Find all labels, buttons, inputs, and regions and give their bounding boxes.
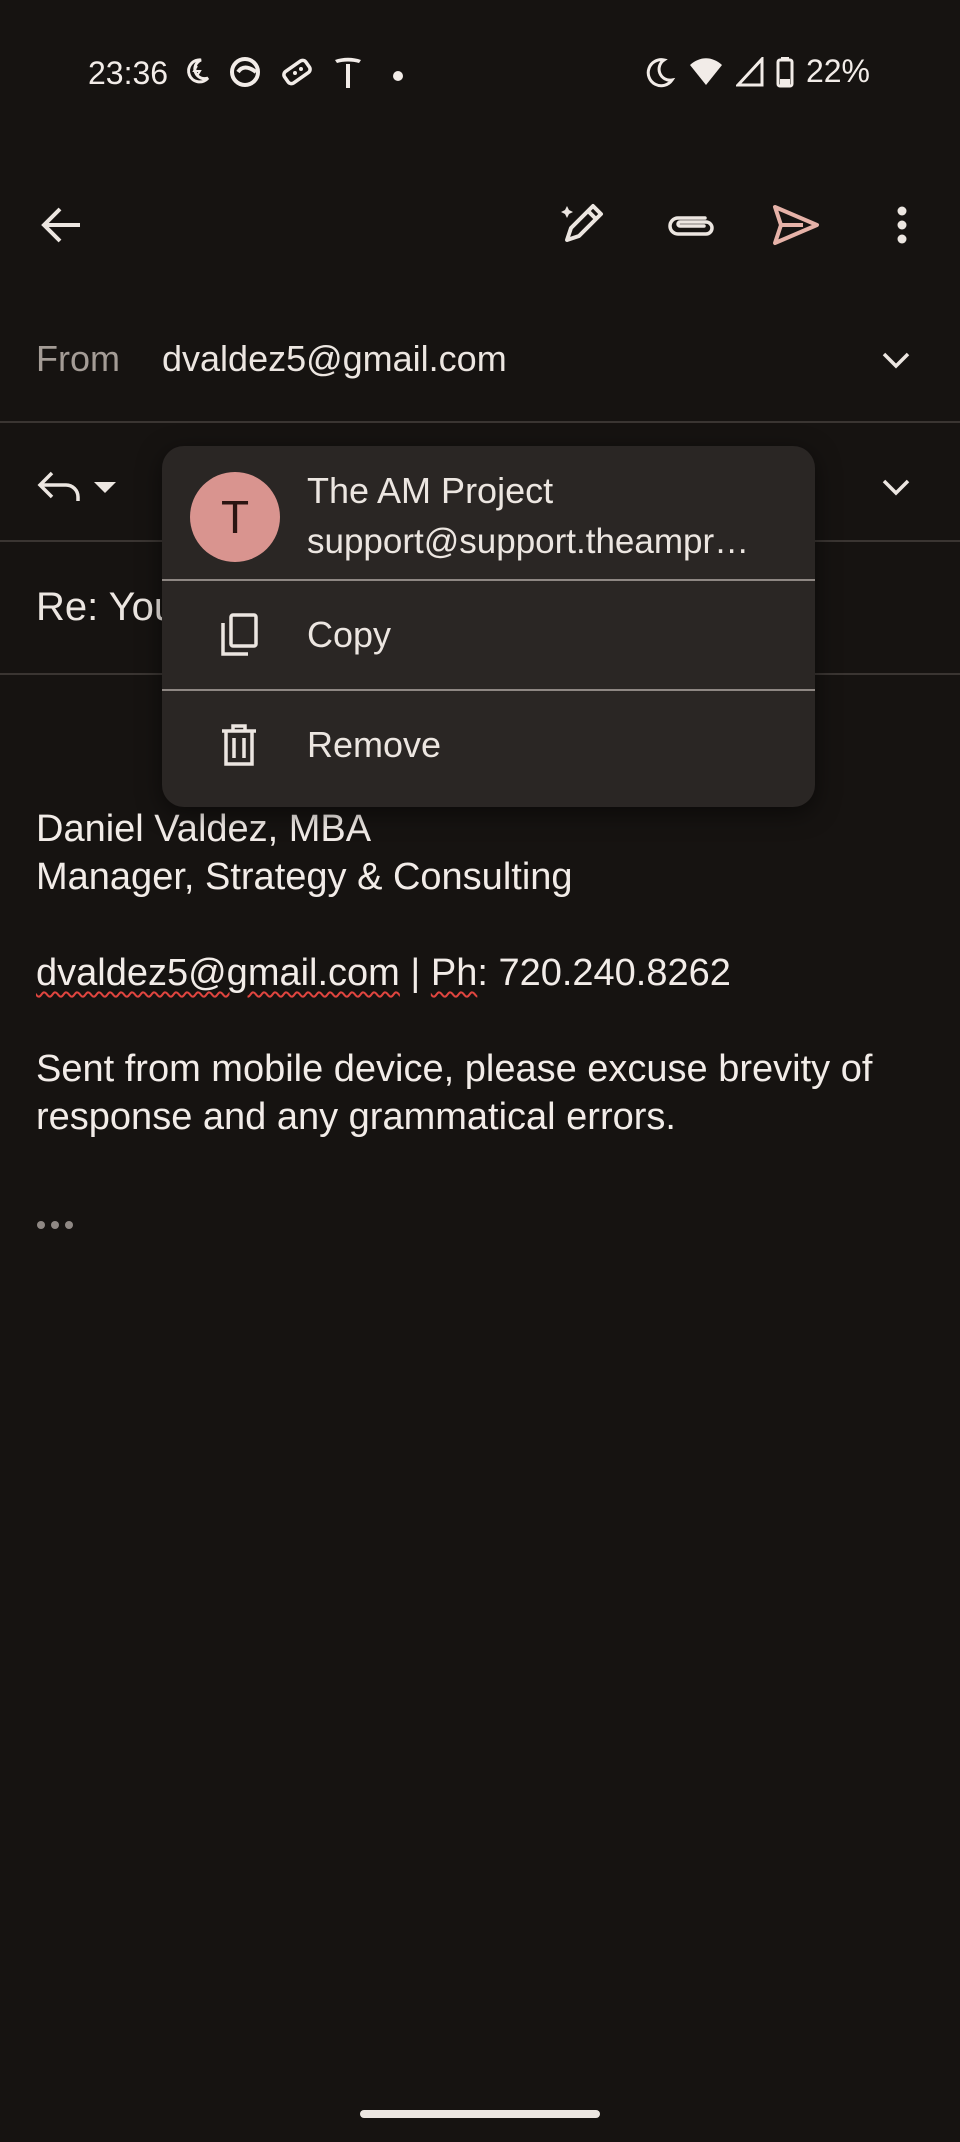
send-button[interactable] — [756, 185, 836, 265]
status-right: 22% — [644, 53, 870, 90]
gesture-nav-handle[interactable] — [360, 2110, 600, 2118]
game-controller-icon — [282, 58, 312, 86]
message-body[interactable]: Daniel Valdez, MBA Manager, Strategy & C… — [36, 805, 936, 1141]
reply-type-selector[interactable] — [36, 462, 136, 512]
recipient-popup-menu: T The AM Project support@support.theampr… — [162, 446, 815, 807]
signature-name: Daniel Valdez, MBA — [36, 808, 372, 850]
wifi-icon — [689, 57, 722, 85]
recipients-expand[interactable] — [866, 457, 926, 517]
signal-icon — [735, 56, 764, 86]
phone-label: Ph — [430, 952, 478, 994]
remove-menu-item[interactable]: Remove — [162, 691, 815, 799]
avatar: T — [190, 472, 280, 562]
contact-name: The AM Project — [307, 470, 554, 511]
help-me-write-button[interactable] — [542, 185, 622, 265]
chevron-down-icon — [882, 352, 910, 369]
from-label: From — [36, 338, 120, 379]
moon-icon — [646, 57, 676, 87]
attachment-icon — [668, 216, 714, 236]
signature-email: dvaldez5@gmail.com — [36, 952, 400, 994]
subject-field[interactable]: Re: You — [36, 585, 176, 630]
battery-icon — [776, 56, 794, 87]
send-icon — [773, 205, 819, 245]
status-time: 23:36 — [88, 55, 169, 91]
copy-label: Copy — [307, 614, 392, 655]
phone-number: : 720.240.8262 — [477, 952, 731, 994]
night-mode-icon — [187, 58, 210, 84]
from-address[interactable]: dvaldez5@gmail.com — [162, 338, 507, 380]
remove-label: Remove — [307, 724, 442, 765]
dropdown-arrow-icon — [94, 482, 116, 493]
status-bar: 23:36 22% — [0, 0, 960, 155]
more-vert-icon — [897, 206, 907, 244]
show-quoted-text-button[interactable] — [36, 1218, 76, 1236]
signature-contact: dvaldez5@gmail.com | Ph: 720.240.8262 — [36, 949, 936, 997]
assistant-icon — [230, 57, 260, 87]
chevron-down-icon — [882, 479, 910, 496]
from-dropdown[interactable] — [866, 330, 926, 390]
divider — [0, 421, 960, 423]
signature-title: Manager, Strategy & Consulting — [36, 856, 573, 898]
back-button[interactable] — [22, 185, 102, 265]
copy-menu-item[interactable]: Copy — [162, 581, 815, 689]
reply-icon — [37, 471, 80, 501]
separator: | — [399, 952, 431, 994]
tesla-icon — [335, 57, 361, 88]
compose-toolbar — [0, 185, 960, 265]
contact-email: support@support.theampr… — [307, 522, 750, 561]
dot-icon — [393, 71, 403, 81]
signature-disclaimer: Sent from mobile device, please excuse b… — [36, 1048, 873, 1138]
more-options-button[interactable] — [862, 185, 942, 265]
more-horiz-icon — [37, 1221, 73, 1229]
trash-icon — [221, 724, 256, 766]
attach-button[interactable] — [650, 185, 730, 265]
back-arrow-icon — [41, 207, 80, 243]
magic-pen-icon — [561, 204, 603, 242]
copy-icon — [220, 613, 258, 656]
battery-percent: 22% — [805, 53, 870, 89]
